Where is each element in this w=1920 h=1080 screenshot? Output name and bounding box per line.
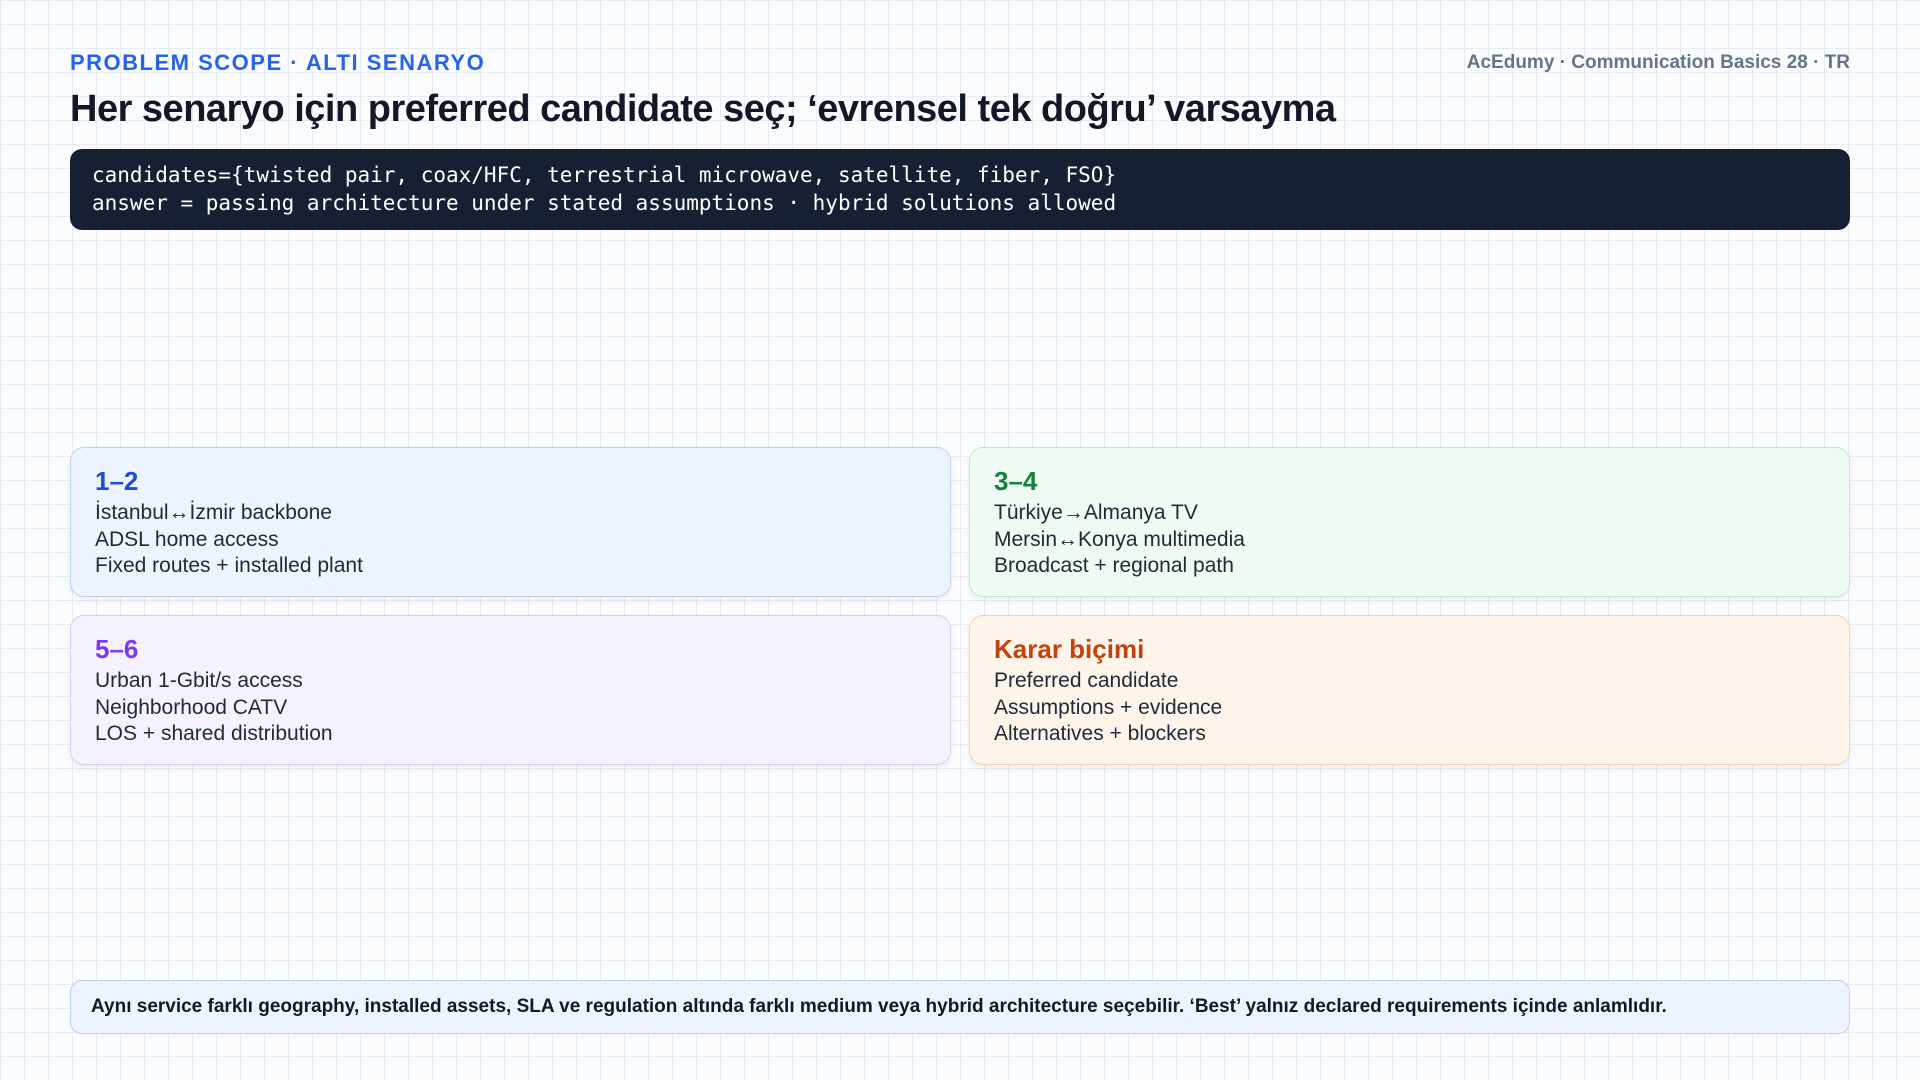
decision-format-card: Karar biçimi Preferred candidate Assumpt… xyxy=(969,615,1850,765)
scenario-card-1-2: 1–2 İstanbul↔İzmir backbone ADSL home ac… xyxy=(70,447,951,597)
card-title: 3–4 xyxy=(994,466,1038,496)
card-line: ADSL home access xyxy=(95,527,279,551)
card-line: Broadcast + regional path xyxy=(994,554,1234,577)
card-line: LOS + shared distribution xyxy=(95,722,333,745)
card-line: Alternatives + blockers xyxy=(994,722,1206,745)
slide-title: Her senaryo için preferred candidate seç… xyxy=(70,88,1336,130)
section-kicker: PROBLEM SCOPE · ALTI SENARYO xyxy=(70,50,486,75)
code-line-candidates: candidates={twisted pair, coax/HFC, terr… xyxy=(92,163,1117,187)
card-line: Türkiye→Almanya TV xyxy=(994,501,1198,524)
card-line: Fixed routes + installed plant xyxy=(95,554,363,577)
scenario-card-5-6: 5–6 Urban 1-Gbit/s access Neighborhood C… xyxy=(70,615,951,765)
scenario-card-3-4: 3–4 Türkiye→Almanya TV Mersin↔Konya mult… xyxy=(969,447,1850,597)
card-line: İstanbul↔İzmir backbone xyxy=(95,501,332,524)
card-line: Preferred candidate xyxy=(994,669,1179,692)
footer-text: Aynı service farklı geography, installed… xyxy=(91,996,1667,1017)
card-title: Karar biçimi xyxy=(994,634,1145,664)
card-line: Urban 1-Gbit/s access xyxy=(95,669,303,692)
scenario-grid: 1–2 İstanbul↔İzmir backbone ADSL home ac… xyxy=(70,447,1850,765)
card-line: Assumptions + evidence xyxy=(994,695,1223,719)
card-title: 1–2 xyxy=(95,466,139,496)
slide-header: PROBLEM SCOPE · ALTI SENARYO AcEdumy · C… xyxy=(70,50,1850,76)
course-brand: AcEdumy · Communication Basics 28 · TR xyxy=(1466,52,1850,73)
card-line: Neighborhood CATV xyxy=(95,695,288,719)
code-block: candidates={twisted pair, coax/HFC, terr… xyxy=(70,149,1850,230)
card-title: 5–6 xyxy=(95,634,139,664)
code-line-answer: answer = passing architecture under stat… xyxy=(92,191,1117,215)
footer-note: Aynı service farklı geography, installed… xyxy=(70,980,1850,1034)
card-line: Mersin↔Konya multimedia xyxy=(994,527,1245,551)
